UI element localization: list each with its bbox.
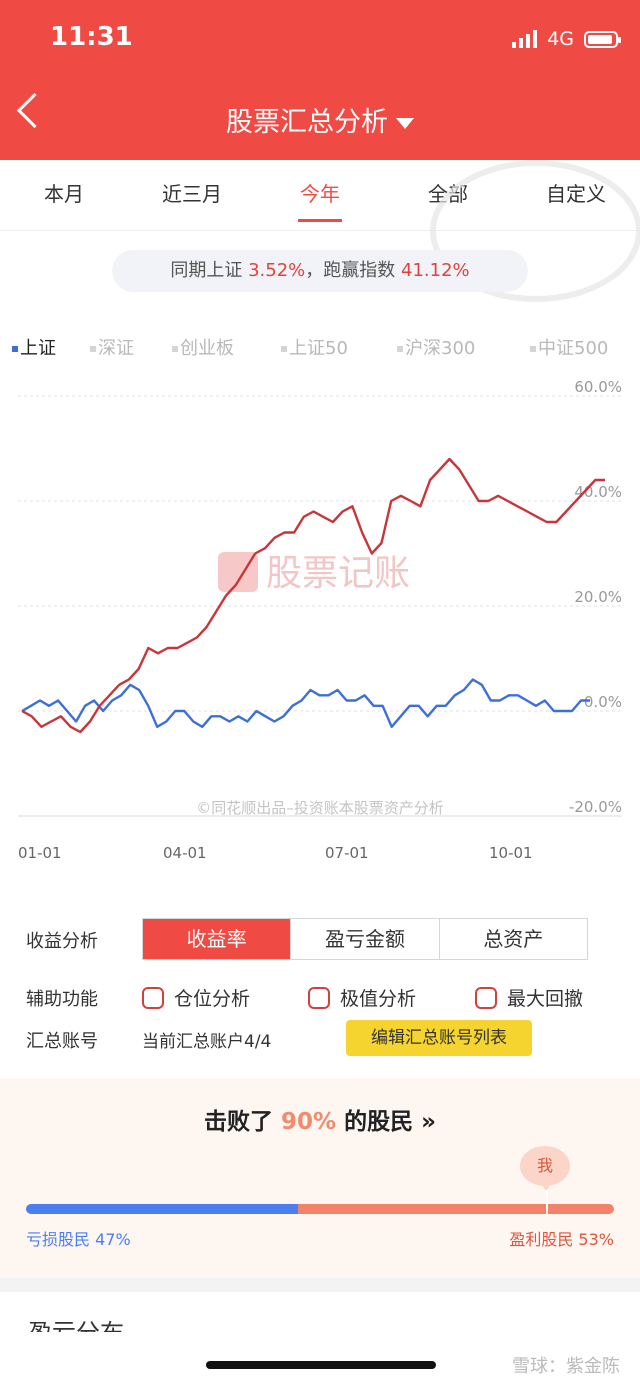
series-line-0 bbox=[21, 678, 590, 728]
tab-three-months[interactable]: 近三月 bbox=[128, 160, 256, 230]
index-option-shanghai[interactable]: 上证 bbox=[12, 334, 56, 360]
profit-analysis-label: 收益分析 bbox=[26, 931, 98, 952]
chart-watermark: 股票记账 bbox=[218, 552, 410, 594]
legend-square-icon bbox=[90, 346, 96, 352]
legend-square-icon bbox=[12, 346, 18, 352]
next-section-title: 盈亏分布 bbox=[28, 1318, 124, 1332]
y-tick-label: -20.0% bbox=[569, 798, 622, 816]
tab-this-month[interactable]: 本月 bbox=[0, 160, 128, 230]
beat-percent: 90% bbox=[281, 1109, 337, 1135]
y-tick-label: 60.0% bbox=[574, 380, 622, 396]
summary-prefix: 同期上证 bbox=[170, 260, 243, 281]
aux-function-label: 辅助功能 bbox=[26, 989, 98, 1010]
account-label: 汇总账号 bbox=[26, 1031, 98, 1052]
segment-total-assets[interactable]: 总资产 bbox=[440, 919, 587, 959]
index-option-label: 中证500 bbox=[538, 338, 609, 359]
metric-segmented-control: 收益率 盈亏金额 总资产 bbox=[142, 918, 588, 960]
network-label: 4G bbox=[547, 28, 574, 50]
index-option-csi300[interactable]: 沪深300 bbox=[397, 334, 475, 360]
gain-bar bbox=[298, 1204, 614, 1214]
signal-icon bbox=[512, 30, 538, 48]
account-value: 当前汇总账户4/4 bbox=[142, 1032, 272, 1052]
checkbox-icon bbox=[475, 986, 497, 1009]
index-option-chinext[interactable]: 创业板 bbox=[172, 334, 234, 360]
checkbox-max-drawdown[interactable]: 最大回撤 bbox=[475, 984, 583, 1011]
gain-investors-label: 盈利股民 53% bbox=[509, 1230, 614, 1249]
status-icons: 4G bbox=[512, 28, 621, 50]
status-time: 11:31 bbox=[50, 22, 133, 52]
me-marker-bubble: 我 bbox=[520, 1146, 570, 1191]
summary-pill: 同期上证 3.52%，跑赢指数 41.12% bbox=[112, 250, 528, 292]
beat-suffix: 的股民 » bbox=[344, 1109, 436, 1135]
home-indicator[interactable] bbox=[206, 1361, 436, 1369]
checkbox-extreme-analysis[interactable]: 极值分析 bbox=[308, 984, 416, 1011]
index-option-label: 上证 bbox=[20, 338, 56, 359]
index-option-label: 深证 bbox=[98, 338, 134, 359]
x-tick-label: 10-01 bbox=[489, 844, 533, 862]
x-tick-label: 07-01 bbox=[325, 844, 369, 862]
summary-middle: ，跑赢指数 bbox=[305, 260, 396, 281]
edit-accounts-button[interactable]: 编辑汇总账号列表 bbox=[346, 1020, 532, 1056]
segment-profit-amount[interactable]: 盈亏金额 bbox=[291, 919, 440, 959]
loss-investors-label: 亏损股民 47% bbox=[26, 1230, 131, 1249]
legend-square-icon bbox=[530, 346, 536, 352]
checkbox-label: 最大回撤 bbox=[507, 988, 584, 1010]
footer-watermark: 雪球：紫金陈 bbox=[512, 1356, 620, 1377]
index-selector: 上证 深证 创业板 上证50 沪深300 中证500 bbox=[0, 334, 640, 362]
app-header: 11:31 4G 股票汇总分析 bbox=[0, 0, 640, 160]
section-divider bbox=[0, 1278, 640, 1292]
page-title[interactable]: 股票汇总分析 bbox=[0, 100, 640, 139]
y-tick-label: 0.0% bbox=[584, 693, 622, 711]
me-marker-line bbox=[546, 1190, 548, 1214]
watermark-text: 股票记账 bbox=[266, 553, 410, 594]
y-tick-label: 40.0% bbox=[574, 483, 622, 501]
tab-this-year[interactable]: 今年 bbox=[256, 160, 384, 230]
page-title-text: 股票汇总分析 bbox=[226, 107, 388, 138]
checkbox-position-analysis[interactable]: 仓位分析 bbox=[142, 984, 250, 1011]
index-option-sse50[interactable]: 上证50 bbox=[281, 334, 348, 360]
beat-prefix: 击败了 bbox=[204, 1109, 274, 1135]
chart-credit: ©同花顺出品–投资账本股票资产分析 bbox=[196, 799, 444, 817]
legend-square-icon bbox=[397, 346, 403, 352]
index-option-label: 沪深300 bbox=[405, 338, 476, 359]
battery-icon bbox=[584, 30, 621, 48]
y-tick-label: 20.0% bbox=[574, 588, 622, 606]
segment-return-rate[interactable]: 收益率 bbox=[143, 919, 292, 959]
index-option-shenzhen[interactable]: 深证 bbox=[90, 334, 134, 360]
legend-square-icon bbox=[281, 346, 287, 352]
loss-bar bbox=[26, 1204, 298, 1214]
index-option-csi500[interactable]: 中证500 bbox=[530, 334, 608, 360]
checkbox-label: 极值分析 bbox=[340, 988, 417, 1010]
index-option-label: 上证50 bbox=[289, 338, 348, 359]
checkbox-icon bbox=[308, 986, 330, 1009]
x-tick-label: 01-01 bbox=[18, 844, 62, 862]
excess-return: 41.12% bbox=[401, 260, 470, 281]
return-chart[interactable]: 股票记账 60.0% 40.0% 20.0% 0.0% -20.0% 01-01 04-0… bbox=[0, 380, 640, 870]
legend-square-icon bbox=[172, 346, 178, 352]
beat-title[interactable]: 击败了 90% 的股民 » bbox=[0, 1102, 640, 1136]
index-option-label: 创业板 bbox=[180, 338, 234, 359]
index-return: 3.52% bbox=[248, 260, 306, 281]
dropdown-caret-icon bbox=[396, 118, 414, 129]
checkbox-label: 仓位分析 bbox=[174, 988, 251, 1010]
checkbox-icon bbox=[142, 986, 164, 1009]
x-tick-label: 04-01 bbox=[163, 844, 207, 862]
